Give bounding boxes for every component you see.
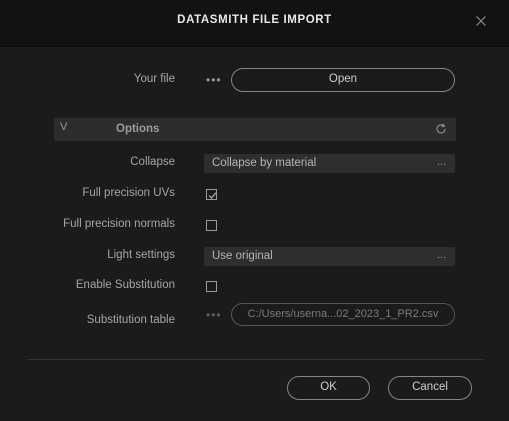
substitution-table-field[interactable]: C:/Users/userna...02_2023_1_PR2.csv bbox=[231, 303, 455, 326]
dialog-title: DATASMITH FILE IMPORT bbox=[177, 14, 332, 26]
light-settings-select[interactable]: Use original ... bbox=[204, 247, 455, 266]
reset-icon[interactable] bbox=[434, 122, 448, 136]
full-precision-normals-checkbox[interactable] bbox=[206, 220, 217, 231]
full-precision-normals-label: Full precision normals bbox=[63, 218, 175, 230]
light-settings-value: Use original bbox=[212, 250, 273, 262]
collapse-value: Collapse by material bbox=[212, 157, 317, 169]
full-precision-uvs-label: Full precision UVs bbox=[82, 187, 175, 199]
more-icon[interactable]: ... bbox=[437, 156, 446, 168]
substitution-table-label: Substitution table bbox=[86, 314, 175, 326]
title-bar: DATASMITH FILE IMPORT bbox=[0, 0, 509, 47]
open-button[interactable]: Open bbox=[231, 68, 455, 92]
full-precision-uvs-checkbox[interactable] bbox=[206, 189, 217, 200]
ok-button[interactable]: OK bbox=[287, 376, 370, 400]
enable-substitution-label: Enable Substitution bbox=[75, 279, 175, 291]
collapse-select[interactable]: Collapse by material ... bbox=[204, 154, 455, 173]
options-title: Options bbox=[116, 123, 160, 135]
divider bbox=[27, 359, 483, 360]
more-icon[interactable]: ••• bbox=[206, 308, 222, 322]
your-file-label: Your file bbox=[133, 73, 175, 85]
more-icon[interactable]: ... bbox=[437, 249, 446, 261]
light-settings-label: Light settings bbox=[107, 249, 175, 261]
close-icon[interactable] bbox=[471, 11, 491, 31]
chevron-down-icon[interactable]: V bbox=[60, 121, 67, 133]
collapse-label: Collapse bbox=[130, 156, 175, 168]
enable-substitution-checkbox[interactable] bbox=[206, 281, 217, 292]
cancel-button[interactable]: Cancel bbox=[388, 376, 472, 400]
more-icon[interactable]: ••• bbox=[206, 73, 222, 87]
options-section-header[interactable]: V Options bbox=[54, 118, 456, 141]
